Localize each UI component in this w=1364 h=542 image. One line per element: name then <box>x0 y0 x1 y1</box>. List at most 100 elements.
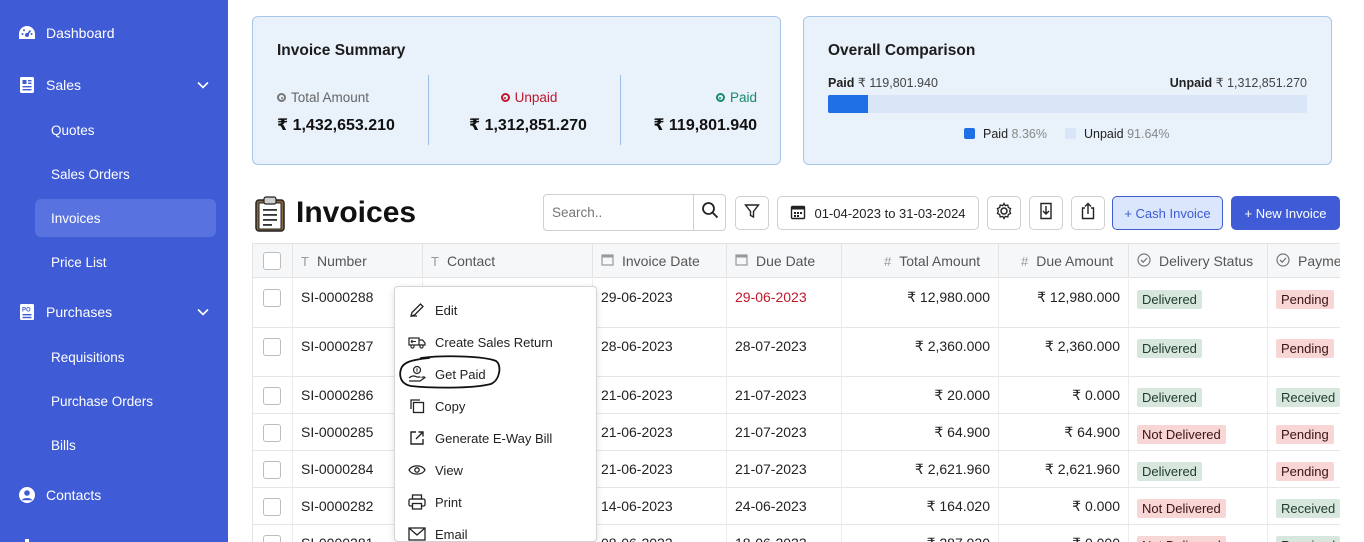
select-all-cell <box>253 244 293 278</box>
calendar-icon <box>601 253 614 269</box>
cash-invoice-button[interactable]: + Cash Invoice <box>1112 196 1223 230</box>
cell-invoice-date-text: 29-06-2023 <box>601 289 673 305</box>
sidebar-item-sales-orders[interactable]: Sales Orders <box>35 155 216 193</box>
copy-icon <box>408 397 426 415</box>
status-badge: Received <box>1276 388 1340 407</box>
cell-number-text: SI-0000287 <box>301 338 374 354</box>
menu-item-edit[interactable]: Edit <box>395 294 596 326</box>
settings-button[interactable] <box>987 196 1021 230</box>
chevron-down-icon[interactable] <box>196 78 210 92</box>
cell-invoice-date-text: 21-06-2023 <box>601 461 673 477</box>
row-checkbox[interactable] <box>263 535 281 542</box>
hash-icon: # <box>1021 253 1029 269</box>
cell-due-date: 21-07-2023 <box>727 414 842 450</box>
comparison-legend: Paid 8.36% Unpaid 91.64% <box>964 127 1169 141</box>
nav-contacts-label: Contacts <box>46 487 102 503</box>
search-button[interactable] <box>693 195 725 230</box>
status-badge: Delivered <box>1137 339 1202 358</box>
cmp-paid-label: Paid <box>828 76 855 90</box>
chevron-down-icon[interactable] <box>196 305 210 319</box>
sidebar-item-invoices[interactable]: Invoices <box>35 199 216 237</box>
cell-delivery-status: Not Delivered <box>1129 414 1268 450</box>
cell-invoice-date: 21-06-2023 <box>593 451 727 487</box>
col-due-amount[interactable]: # Due Amount <box>999 244 1129 278</box>
paid-label: Paid <box>729 90 757 105</box>
status-badge: Pending <box>1276 339 1334 358</box>
nav-purchases[interactable]: PO Purchases <box>0 297 228 327</box>
cell-invoice-date-text: 21-06-2023 <box>601 387 673 403</box>
export-button[interactable] <box>1071 196 1105 230</box>
legend-unpaid-pct: 91.64% <box>1127 127 1170 141</box>
clipboard-icon <box>254 196 286 232</box>
menu-item-print[interactable]: Print <box>395 486 596 518</box>
status-badge: Pending <box>1276 462 1334 481</box>
row-checkbox[interactable] <box>263 289 281 307</box>
row-checkbox[interactable] <box>263 387 281 405</box>
row-select-cell <box>253 377 293 413</box>
select-all-checkbox[interactable] <box>263 252 281 270</box>
sidebar-item-requisitions[interactable]: Requisitions <box>35 338 216 376</box>
printer-icon <box>408 493 426 511</box>
dashboard-icon <box>18 24 36 42</box>
cell-payment-status: Received <box>1268 488 1340 524</box>
cell-due-date: 29-06-2023 <box>727 279 842 327</box>
overall-comparison-card: Overall Comparison Paid ₹ 119,801.940 Un… <box>803 16 1332 165</box>
status-badge: Not Delivered <box>1137 536 1226 542</box>
sidebar-item-purchase-orders[interactable]: Purchase Orders <box>35 382 216 420</box>
legend-unpaid: Unpaid 91.64% <box>1064 127 1170 141</box>
sidebar-item-label: Purchase Orders <box>51 393 154 409</box>
eye-icon <box>408 461 426 479</box>
filter-button[interactable] <box>735 196 769 230</box>
menu-item-label: Generate E-Way Bill <box>435 430 553 446</box>
cell-due-date-text: 21-07-2023 <box>735 461 807 477</box>
menu-item-copy[interactable]: Copy <box>395 390 596 422</box>
row-select-cell <box>253 488 293 524</box>
col-due-date[interactable]: Due Date <box>727 244 842 278</box>
sidebar-item-bills[interactable]: Bills <box>35 426 216 464</box>
check-circle-icon <box>1137 252 1151 270</box>
col-delivery-status[interactable]: Delivery Status <box>1129 244 1268 278</box>
cell-payment-status: Pending <box>1268 414 1340 450</box>
row-checkbox[interactable] <box>263 424 281 442</box>
import-button[interactable] <box>1029 196 1063 230</box>
menu-item-create-sales-return[interactable]: Create Sales Return <box>395 326 596 358</box>
row-checkbox[interactable] <box>263 461 281 479</box>
cell-due-date: 24-06-2023 <box>727 488 842 524</box>
menu-item-get-paid[interactable]: Get Paid <box>395 358 596 390</box>
nav-dashboard[interactable]: Dashboard <box>0 18 228 48</box>
sidebar-item-price-list[interactable]: Price List <box>35 243 216 281</box>
new-invoice-button[interactable]: + New Invoice <box>1231 196 1340 230</box>
cell-delivery-status: Not Delivered <box>1129 525 1268 542</box>
col-contact[interactable]: T Contact <box>423 244 593 278</box>
menu-item-email[interactable]: Email <box>395 518 596 541</box>
col-invoice-date[interactable]: Invoice Date <box>593 244 727 278</box>
search-icon <box>701 201 719 224</box>
comparison-labels: Paid ₹ 119,801.940 Unpaid ₹ 1,312,851.27… <box>828 75 1307 90</box>
cell-due-date: 28-07-2023 <box>727 328 842 376</box>
row-checkbox[interactable] <box>263 498 281 516</box>
sidebar-item-quotes[interactable]: Quotes <box>35 111 216 149</box>
col-total-amount[interactable]: # Total Amount <box>842 244 999 278</box>
col-payment-status[interactable]: Payment <box>1268 244 1340 278</box>
text-type-icon: T <box>431 253 439 269</box>
filter-icon <box>744 203 760 224</box>
menu-item-label: Get Paid <box>435 366 486 382</box>
search-box <box>543 194 726 231</box>
menu-item-view[interactable]: View <box>395 454 596 486</box>
comparison-bar-paid-fill <box>828 95 869 113</box>
mail-icon <box>408 525 426 541</box>
nav-contacts[interactable]: Contacts <box>0 480 228 510</box>
sidebar-item-label: Sales Orders <box>51 166 130 182</box>
nav-more[interactable] <box>0 530 228 542</box>
cell-total-amount: ₹ 64.900 <box>842 414 999 450</box>
cell-invoice-date: 29-06-2023 <box>593 279 727 327</box>
cell-number-text: SI-0000282 <box>301 498 374 514</box>
date-range-picker[interactable]: 01-04-2023 to 31-03-2024 <box>777 196 979 230</box>
menu-item-generate-eway-bill[interactable]: Generate E-Way Bill <box>395 422 596 454</box>
col-number[interactable]: T Number <box>293 244 423 278</box>
purchases-icon: PO <box>18 303 36 321</box>
nav-sales[interactable]: Sales <box>0 70 228 100</box>
cell-due-amount-text: ₹ 2,360.000 <box>1044 338 1120 354</box>
search-input[interactable] <box>544 195 693 230</box>
row-checkbox[interactable] <box>263 338 281 356</box>
